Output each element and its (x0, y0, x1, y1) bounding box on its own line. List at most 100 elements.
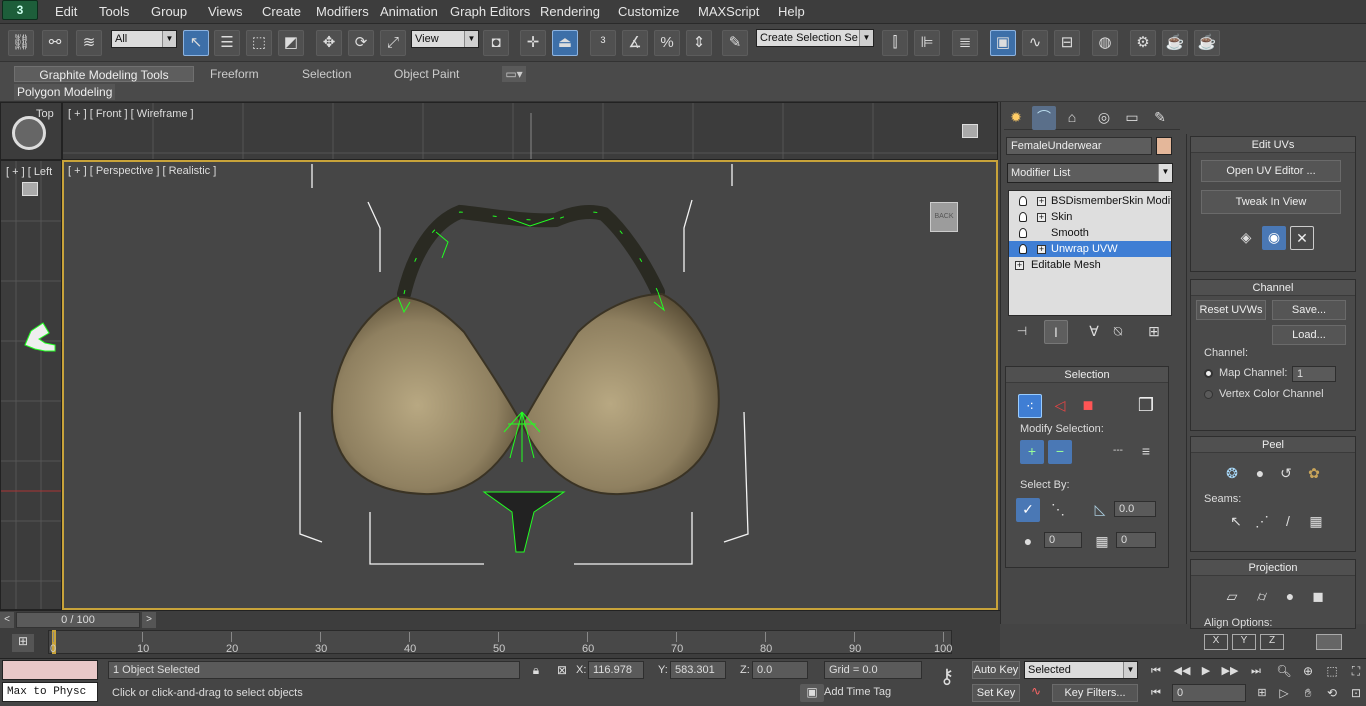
object-color-swatch[interactable] (1156, 137, 1172, 155)
utilities-tab-icon[interactable]: ✎ (1148, 106, 1172, 130)
edit-uvs-title[interactable]: Edit UVs (1191, 137, 1355, 153)
lock-selection-icon[interactable]: 🔒︎ (524, 659, 548, 683)
make-unique-icon[interactable]: ∀ (1082, 320, 1106, 344)
map-channel-spinner[interactable]: 1 (1292, 366, 1336, 382)
viewport-left[interactable] (0, 160, 62, 610)
remove-modifier-icon[interactable]: ⍉ (1106, 320, 1130, 344)
seam-point-icon[interactable]: ↖ (1224, 510, 1248, 534)
menu-customize[interactable]: Customize (618, 4, 679, 19)
orbit-icon[interactable]: ⟲ (1320, 682, 1344, 706)
schematic-view-icon[interactable]: ⊟ (1054, 30, 1080, 56)
edit-named-selection-icon[interactable]: ✎ (722, 30, 748, 56)
menu-graph-editors[interactable]: Graph Editors (450, 4, 530, 19)
soft-selection-icon[interactable]: ● (1016, 530, 1040, 554)
pan-icon[interactable]: ✋︎ (1296, 682, 1320, 706)
reset-peel-icon[interactable]: ↺ (1274, 462, 1298, 486)
expand-icon[interactable]: + (1037, 245, 1046, 254)
maximize-viewport-icon[interactable]: ⊡ (1344, 682, 1366, 706)
tab-freeform[interactable]: Freeform (210, 66, 259, 82)
mini-curve-toggle-icon[interactable]: ⊞ (12, 634, 34, 652)
align-z-button[interactable]: Z (1260, 634, 1284, 650)
menu-animation[interactable]: Animation (380, 4, 438, 19)
menu-views[interactable]: Views (208, 4, 242, 19)
uv-mode-icon[interactable]: ◈ (1234, 226, 1258, 250)
stack-item-smooth[interactable]: Smooth (1009, 225, 1171, 241)
grid-select-icon[interactable]: ▦ (1090, 530, 1114, 554)
time-config-icon[interactable]: ⊞ (1250, 682, 1274, 706)
move-icon[interactable]: ✥ (316, 30, 342, 56)
bind-space-warp-icon[interactable]: ≋ (76, 30, 102, 56)
bulb-icon[interactable] (1019, 228, 1027, 238)
polygon-mode-icon[interactable]: ■ (1076, 394, 1100, 418)
mirror-icon[interactable]: ⫿ (882, 30, 908, 56)
expand-icon[interactable]: + (1037, 197, 1046, 206)
vertex-mode-icon[interactable]: ⁖ (1018, 394, 1042, 418)
peel-mode-icon[interactable]: ● (1248, 462, 1272, 486)
absolute-mode-icon[interactable]: ⊠ (550, 659, 574, 683)
prev-frame-icon[interactable]: ◀◀ (1170, 660, 1194, 684)
menu-create[interactable]: Create (262, 4, 301, 19)
quick-peel-icon[interactable]: ❂ (1220, 462, 1244, 486)
tab-selection[interactable]: Selection (302, 66, 351, 82)
map-channel-radio[interactable] (1204, 369, 1213, 378)
window-crossing-icon[interactable]: ◩ (278, 30, 304, 56)
pivot-center-icon[interactable]: ◘ (483, 30, 509, 56)
select-object-icon[interactable]: ↖ (183, 30, 209, 56)
select-by-element-icon[interactable]: ✓ (1016, 498, 1040, 522)
menu-edit[interactable]: Edit (55, 4, 77, 19)
maxscript-listener[interactable]: Max to Physc (2, 682, 98, 702)
spinner-2[interactable]: 0 (1116, 532, 1156, 548)
reset-uvws-button[interactable]: Reset UVWs (1196, 300, 1266, 320)
viewport-perspective[interactable]: BACK (62, 160, 998, 610)
selection-rollout-title[interactable]: Selection (1006, 367, 1168, 383)
z-coordinate[interactable]: 0.0 (752, 661, 808, 679)
bulb-icon[interactable] (1019, 212, 1027, 222)
spinner-1[interactable]: 0 (1044, 532, 1082, 548)
time-tag-icon[interactable]: ▣ (800, 684, 824, 702)
viewcube-front-icon[interactable] (962, 124, 978, 138)
maxscript-mini-listener-pink[interactable] (2, 660, 98, 680)
grow-selection-icon[interactable]: + (1020, 440, 1044, 464)
key-filters-button[interactable]: Key Filters... (1052, 684, 1138, 702)
key-curve-icon[interactable]: ∿ (1024, 682, 1048, 702)
selection-filter-dropdown[interactable]: All ▼ (111, 30, 177, 48)
align-x-button[interactable]: X (1204, 634, 1228, 650)
render-production-icon[interactable]: ☕ (1194, 30, 1220, 56)
create-tab-icon[interactable]: ✹ (1004, 106, 1028, 130)
viewport-front[interactable] (62, 102, 998, 160)
stack-item-bsdismember[interactable]: + BSDismemberSkin Modifier (1009, 193, 1171, 209)
menu-maxscript[interactable]: MAXScript (698, 4, 759, 19)
display-tab-icon[interactable]: ▭ (1120, 106, 1144, 130)
time-slider-next[interactable]: > (142, 612, 156, 628)
edge-mode-icon[interactable]: ◁ (1048, 394, 1072, 418)
save-uvs-button[interactable]: Save... (1272, 300, 1346, 320)
ring-selection-icon[interactable]: ≡ (1134, 440, 1158, 464)
keyboard-shortcut-override-icon[interactable]: ⏏ (552, 30, 578, 56)
menu-help[interactable]: Help (778, 4, 805, 19)
named-selection-dropdown[interactable]: Create Selection Se ▼ (756, 29, 874, 47)
scale-icon[interactable]: ⤢ (380, 30, 406, 56)
planar-map-icon[interactable]: ▱ (1220, 585, 1244, 609)
object-name-field[interactable]: FemaleUnderwear (1006, 137, 1152, 155)
render-setup-icon[interactable]: ⚙ (1130, 30, 1156, 56)
projection-title[interactable]: Projection (1191, 560, 1355, 576)
add-time-tag[interactable]: Add Time Tag (824, 686, 891, 698)
spherical-map-icon[interactable]: ● (1278, 585, 1302, 609)
bulb-icon[interactable] (1019, 244, 1027, 254)
box-map-icon[interactable]: ◼ (1306, 585, 1330, 609)
uv-reset-icon[interactable]: ✕ (1290, 226, 1314, 250)
menu-modifiers[interactable]: Modifiers (316, 4, 369, 19)
zoom-icon[interactable]: 🔍︎ (1272, 660, 1296, 684)
seam-edge-icon[interactable]: / (1276, 510, 1300, 534)
stack-item-unwrap-uvw[interactable]: + Unwrap UVW (1009, 241, 1171, 257)
rotate-icon[interactable]: ⟳ (348, 30, 374, 56)
app-menu-button[interactable]: 3 (2, 0, 38, 20)
select-by-edge-icon[interactable]: ⋱ (1046, 498, 1070, 522)
key-mode-toggle-icon[interactable]: ⏮ (1144, 682, 1168, 706)
time-slider-prev[interactable]: < (0, 612, 14, 628)
modify-tab-icon[interactable]: ⌒ (1032, 106, 1056, 130)
motion-tab-icon[interactable]: ◎ (1092, 106, 1116, 130)
expand-icon[interactable]: + (1037, 213, 1046, 222)
peel-title[interactable]: Peel (1191, 437, 1355, 453)
rect-selection-icon[interactable]: ⬚ (246, 30, 272, 56)
